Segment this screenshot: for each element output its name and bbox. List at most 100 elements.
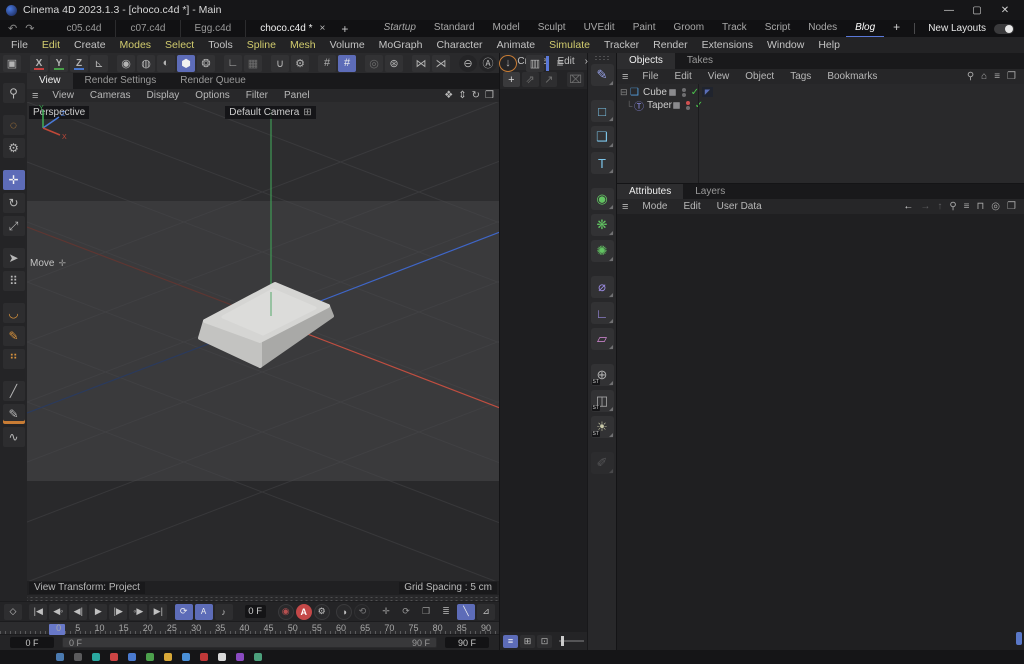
grid-view-button[interactable]: ⊞ (520, 635, 535, 648)
layout-model[interactable]: Model (484, 19, 529, 38)
paste-object-button[interactable]: ⇗ (522, 72, 539, 87)
object-label[interactable]: Cube (643, 87, 669, 98)
menu-mograph[interactable]: MoGraph (372, 39, 430, 51)
layout-paint[interactable]: Paint (624, 19, 665, 38)
scale-tool-button[interactable]: ⤢ (3, 216, 25, 236)
layout-script[interactable]: Script (756, 19, 800, 38)
layouts-toggle[interactable] (994, 24, 1014, 34)
goto-end-button[interactable]: ▶| (149, 604, 167, 620)
taskbar-app-icon[interactable] (110, 653, 118, 661)
search-icon[interactable]: ⚲ (949, 201, 956, 212)
spline-pen-button[interactable]: ✎ (3, 326, 25, 346)
taskbar-app-icon[interactable] (182, 653, 190, 661)
popout-icon[interactable]: ❐ (1007, 71, 1016, 82)
tweak-tool-button[interactable]: ⚙ (3, 138, 25, 158)
orbit-icon[interactable]: ↻ (472, 90, 480, 101)
menu-animate[interactable]: Animate (490, 39, 543, 51)
sky-object-icon[interactable]: ⊕ST (591, 364, 614, 386)
maximize-button[interactable]: ▢ (964, 2, 990, 18)
text-primitive-icon[interactable]: T (591, 152, 614, 174)
texture-mode-button[interactable]: ❂ (197, 55, 215, 72)
tab-layers[interactable]: Layers (683, 184, 737, 199)
menu-modes[interactable]: Modes (113, 39, 159, 51)
vp-menu-view[interactable]: View (44, 90, 82, 101)
attributes-body[interactable] (617, 214, 1024, 650)
layout-groom[interactable]: Groom (664, 19, 713, 38)
op-menu-edit[interactable]: Edit (667, 71, 700, 82)
lock-icon[interactable]: ⊓ (976, 201, 984, 212)
doc-tab-egg[interactable]: Egg.c4d (180, 20, 246, 37)
light-object-icon[interactable]: ☀ST (591, 416, 614, 438)
menu-file[interactable]: File (4, 39, 35, 51)
vp-menu-filter[interactable]: Filter (238, 90, 276, 101)
array-generator-icon[interactable]: ✺ (591, 240, 614, 262)
scroll-indicator[interactable] (1016, 632, 1022, 645)
record-button[interactable]: ◉ (278, 604, 294, 620)
menu-render[interactable]: Render (646, 39, 694, 51)
op-menu-object[interactable]: Object (737, 71, 782, 82)
vp-menu-cameras[interactable]: Cameras (82, 90, 139, 101)
render-view-button[interactable]: ▣ (3, 55, 21, 72)
menu-spline[interactable]: Spline (240, 39, 283, 51)
up-icon[interactable]: ↑ (937, 201, 942, 212)
list-view-button[interactable]: ≡ (503, 635, 518, 648)
tab-takes[interactable]: Takes (675, 53, 725, 69)
toolbar-overflow-button[interactable]: ≡ (551, 55, 569, 72)
snap-keys-button[interactable]: ╲ (457, 604, 475, 620)
track-icon[interactable]: ◎ (991, 201, 1000, 212)
layout-nodes[interactable]: Nodes (799, 19, 846, 38)
points-move-button[interactable]: ⠿ (3, 271, 25, 291)
pointer-move-button[interactable]: ➤ (3, 248, 25, 268)
enable-check-icon[interactable]: ✓ (688, 87, 702, 98)
keyframe-presets-button[interactable]: ⟲ (354, 604, 370, 620)
icon-size-slider[interactable] (559, 640, 584, 642)
menu-volume[interactable]: Volume (323, 39, 372, 51)
visibility-dots[interactable] (679, 88, 688, 97)
add-object-button[interactable]: + (503, 72, 520, 87)
symmetry-button[interactable]: ⋈ (412, 55, 430, 72)
annotate-tool-icon[interactable]: ✐ (591, 452, 614, 474)
doc-tab-choco[interactable]: choco.c4d * × (245, 20, 331, 37)
object-label[interactable]: Taper (647, 100, 673, 111)
taskbar-app-icon[interactable] (200, 653, 208, 661)
layout-track[interactable]: Track (713, 19, 756, 38)
sound-button[interactable]: ♪ (215, 604, 233, 620)
rotate-tool-button[interactable]: ↻ (3, 193, 25, 213)
taskbar-app-icon[interactable] (236, 653, 244, 661)
edges-mode-button[interactable]: ◍ (137, 55, 155, 72)
home-icon[interactable]: ⌂ (981, 71, 987, 82)
menu-tools[interactable]: Tools (201, 39, 240, 51)
create-panel-body[interactable] (500, 89, 587, 632)
rectangle-spline-icon[interactable]: □ (591, 100, 614, 122)
tab-attributes[interactable]: Attributes (617, 184, 683, 199)
tab-objects[interactable]: Objects (617, 53, 675, 69)
key-pla-button[interactable]: ≣ (437, 604, 455, 620)
menu-character[interactable]: Character (429, 39, 489, 51)
maximize-view-icon[interactable]: ❒ (485, 90, 494, 101)
layout-startup[interactable]: Startup (375, 19, 425, 38)
undo-icon[interactable]: ↶ (8, 22, 17, 35)
filter-icon[interactable]: ≡ (964, 201, 970, 212)
pick-object-button[interactable]: ↗ (541, 72, 558, 87)
pan-icon[interactable]: ❖ (444, 90, 453, 101)
range-slider[interactable]: 0 F 90 F (62, 637, 437, 648)
key-position-button[interactable]: ✛ (377, 604, 395, 620)
taskbar-app-icon[interactable] (254, 653, 262, 661)
cube-primitive-icon[interactable]: ❑ (591, 126, 614, 148)
lock-x-axis-button[interactable]: X (30, 55, 48, 72)
bend-deformer-icon[interactable]: ⌀ (591, 276, 614, 298)
viewport-3d[interactable]: Perspective Default Camera ⊞ Move ✛ (27, 102, 499, 581)
doc-tab-c05[interactable]: c05.c4d (52, 20, 115, 37)
lock-y-axis-button[interactable]: Y (50, 55, 68, 72)
expanded-view-button[interactable]: ⊡ (537, 635, 552, 648)
line-pen-button[interactable]: ✎ (3, 404, 25, 424)
subdivision-surface-icon[interactable]: ◉ (591, 188, 614, 210)
camera-label[interactable]: Default Camera ⊞ (225, 106, 315, 119)
menu-mesh[interactable]: Mesh (283, 39, 323, 51)
close-tab-icon[interactable]: × (319, 20, 325, 37)
layout-blog[interactable]: Blog (846, 19, 884, 38)
taskbar-app-icon[interactable] (164, 653, 172, 661)
taskbar-app-icon[interactable] (74, 653, 82, 661)
layer-toggle[interactable] (673, 102, 680, 109)
gear-ring-button[interactable]: ⊛ (385, 55, 403, 72)
